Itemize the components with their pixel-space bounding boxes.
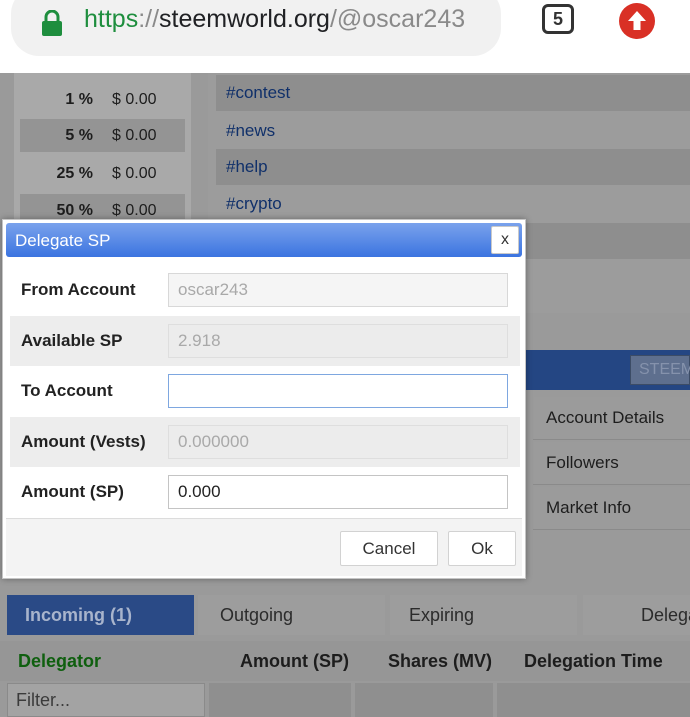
- percent-row: 1 % $ 0.00: [20, 83, 185, 116]
- update-icon[interactable]: [619, 3, 655, 39]
- from-account-label: From Account: [21, 280, 136, 299]
- delegation-tabs: Incoming (1) Outgoing Expiring Delega: [0, 595, 690, 637]
- ok-button[interactable]: Ok: [448, 531, 516, 566]
- percent-value: 1 %: [65, 91, 93, 108]
- delegate-sp-dialog: Delegate SP x From Account oscar243 Avai…: [2, 219, 526, 579]
- tab-expiring[interactable]: Expiring: [390, 595, 577, 635]
- tag-label: #news: [226, 121, 276, 140]
- tab-incoming[interactable]: Incoming (1): [7, 595, 194, 635]
- browser-toolbar: https://steemworld.org/@oscar243 5: [0, 0, 690, 73]
- tag-label: #crypto: [226, 194, 282, 213]
- column-delegation-time[interactable]: Delegation Time: [524, 650, 663, 672]
- available-sp-label: Available SP: [10, 316, 156, 366]
- tab-switcher-button[interactable]: 5: [542, 4, 574, 34]
- filter-cell: [209, 683, 351, 717]
- amount-sp-label: Amount (SP): [21, 482, 124, 501]
- percent-row: 5 % $ 0.00: [20, 119, 185, 152]
- dialog-title: Delegate SP: [15, 231, 111, 250]
- arrow-up-icon: [628, 11, 646, 30]
- from-account-field: oscar243: [168, 273, 508, 307]
- delegation-table-header: Delegator Amount (SP) Shares (MV) Delega…: [0, 641, 690, 681]
- address-bar[interactable]: https://steemworld.org/@oscar243: [11, 0, 501, 56]
- tag-label: #contest: [226, 83, 291, 102]
- filter-cell: [497, 683, 690, 717]
- menu-item-followers[interactable]: Followers: [533, 442, 690, 485]
- percent-amount: $ 0.00: [112, 165, 157, 182]
- dialog-footer: Cancel Ok: [6, 518, 522, 576]
- form-row-amount-vests: Amount (Vests) 0.000000: [10, 417, 520, 467]
- tab-delegation[interactable]: Delega: [583, 595, 690, 635]
- percent-amount: $ 0.00: [112, 91, 157, 108]
- percent-amount: $ 0.00: [112, 127, 157, 144]
- url-path: /@oscar243: [329, 5, 466, 33]
- form-row-to-account: To Account: [10, 366, 520, 416]
- tag-item[interactable]: #news: [216, 113, 690, 149]
- column-amount-sp[interactable]: Amount (SP): [240, 650, 349, 672]
- side-menu: Account Details Followers Market Info: [533, 397, 690, 532]
- percent-value: 25 %: [56, 165, 93, 182]
- tab-outgoing[interactable]: Outgoing: [198, 595, 385, 635]
- url-host: steemworld.org: [159, 5, 330, 33]
- lock-icon: [42, 10, 62, 36]
- to-account-label: To Account: [21, 381, 113, 400]
- percent-value: 5 %: [65, 127, 93, 144]
- menu-item-market-info[interactable]: Market Info: [533, 487, 690, 530]
- form-row-amount-sp: Amount (SP) 0.000: [10, 467, 520, 517]
- column-delegator[interactable]: Delegator: [18, 650, 101, 672]
- percent-row: 25 % $ 0.00: [20, 157, 185, 190]
- url-text[interactable]: https://steemworld.org/@oscar243: [84, 1, 496, 37]
- tag-item[interactable]: #contest: [216, 75, 690, 111]
- url-separator: ://: [138, 5, 160, 33]
- close-button[interactable]: x: [491, 226, 519, 254]
- url-scheme: https: [84, 5, 139, 33]
- vote-percent-panel: 1 % $ 0.00 5 % $ 0.00 25 % $ 0.00 50 % $…: [14, 73, 191, 227]
- amount-vests-field: 0.000000: [168, 425, 508, 459]
- tag-item[interactable]: #crypto: [216, 186, 690, 222]
- form-row-available-sp: Available SP 2.918: [10, 316, 520, 366]
- filter-cell: [355, 683, 493, 717]
- available-sp-field: 2.918: [168, 324, 508, 358]
- filter-input[interactable]: Filter...: [7, 683, 205, 717]
- form-row-from-account: From Account oscar243: [10, 265, 520, 315]
- tag-item[interactable]: #help: [216, 149, 690, 185]
- cancel-button[interactable]: Cancel: [340, 531, 438, 566]
- menu-item-account-details[interactable]: Account Details: [533, 397, 690, 440]
- dialog-title-bar: Delegate SP x: [6, 223, 522, 257]
- steem-button[interactable]: STEEM: [630, 355, 690, 385]
- amount-sp-input[interactable]: 0.000: [168, 475, 508, 509]
- column-shares-mv[interactable]: Shares (MV): [388, 650, 492, 672]
- to-account-input[interactable]: [168, 374, 508, 408]
- amount-vests-label: Amount (Vests): [10, 417, 156, 467]
- tag-label: #help: [226, 157, 268, 176]
